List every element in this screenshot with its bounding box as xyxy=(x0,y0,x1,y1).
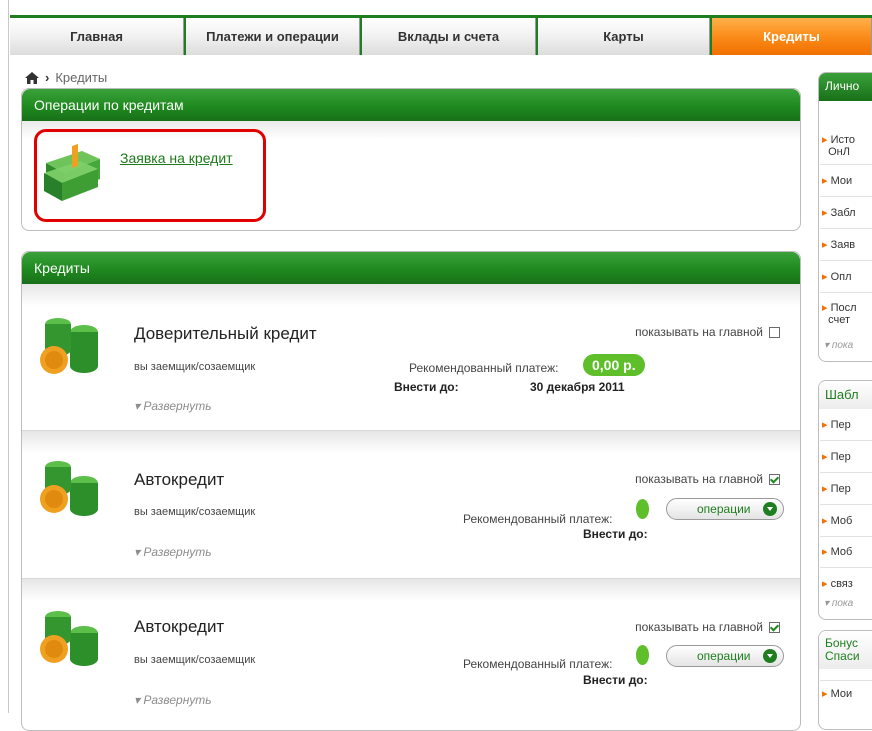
main-nav: Главная Платежи и операции Вклады и счет… xyxy=(10,15,872,55)
template-link[interactable]: Пер xyxy=(822,419,851,431)
tab-deposits[interactable]: Вклады и счета xyxy=(362,18,536,55)
show-more-link[interactable]: пока xyxy=(824,340,853,351)
template-link[interactable]: связ xyxy=(822,578,853,590)
show-more-link[interactable]: пока xyxy=(824,598,853,609)
show-on-main-control[interactable]: показывать на главной xyxy=(635,325,780,339)
show-on-main-label: показывать на главной xyxy=(635,620,763,634)
chevron-down-icon xyxy=(763,502,777,516)
breadcrumb-current: Кредиты xyxy=(55,70,108,85)
credit-role: вы заемщик/созаемщик xyxy=(134,654,256,666)
coins-icon xyxy=(40,611,98,666)
coins-icon xyxy=(40,461,98,516)
expand-label: Развернуть xyxy=(143,693,212,707)
panel-title: Кредиты xyxy=(22,252,800,284)
personal-link-history[interactable]: Исто ОнЛ xyxy=(822,134,855,158)
payment-status-indicator xyxy=(636,645,649,665)
credit-title[interactable]: Автокредит xyxy=(134,617,224,637)
template-link[interactable]: Моб xyxy=(822,515,853,527)
tab-credits[interactable]: Кредиты xyxy=(712,18,872,55)
recommended-payment-label: Рекомендованный платеж: xyxy=(463,512,613,526)
due-label: Внести до: xyxy=(394,380,459,394)
recommended-payment-label: Рекомендованный платеж: xyxy=(463,657,613,671)
template-link[interactable]: Пер xyxy=(822,483,851,495)
credit-title[interactable]: Автокредит xyxy=(134,470,224,490)
credit-title[interactable]: Доверительный кредит xyxy=(134,324,317,344)
show-on-main-checkbox[interactable] xyxy=(769,621,780,633)
payment-status-indicator xyxy=(636,499,649,519)
due-date: 30 декабря 2011 xyxy=(530,380,625,394)
expand-toggle[interactable]: ▾ Развернуть xyxy=(134,399,212,413)
bonus-link[interactable]: Мои xyxy=(822,688,853,700)
bonus-title: Бонус Спаси xyxy=(819,631,872,669)
recommended-payment-label: Рекомендованный платеж: xyxy=(409,361,559,375)
credit-role: вы заемщик/созаемщик xyxy=(134,506,256,518)
tab-cards[interactable]: Карты xyxy=(538,18,710,55)
tab-home[interactable]: Главная xyxy=(10,18,184,55)
show-on-main-label: показывать на главной xyxy=(635,472,763,486)
show-on-main-control[interactable]: показывать на главной xyxy=(635,620,780,634)
operations-label: операции xyxy=(697,649,751,663)
expand-label: Развернуть xyxy=(143,399,212,413)
operations-button[interactable]: операции xyxy=(666,645,784,667)
coins-icon xyxy=(40,318,98,374)
expand-label: Развернуть xyxy=(143,545,212,559)
show-on-main-label: показывать на главной xyxy=(635,325,763,339)
highlight-annotation xyxy=(34,129,266,222)
credit-role: вы заемщик/созаемщик xyxy=(134,361,256,373)
operations-button[interactable]: операции xyxy=(666,498,784,520)
chevron-right-icon: › xyxy=(45,70,50,85)
show-on-main-checkbox[interactable] xyxy=(769,473,780,485)
expand-toggle[interactable]: ▾ Развернуть xyxy=(134,693,212,707)
operations-label: операции xyxy=(697,502,751,516)
due-label: Внести до: xyxy=(583,527,648,541)
breadcrumb: › Кредиты xyxy=(25,70,107,85)
payment-amount-badge: 0,00 р. xyxy=(583,354,645,376)
chevron-down-icon xyxy=(763,649,777,663)
home-icon[interactable] xyxy=(25,71,39,84)
due-label: Внести до: xyxy=(583,673,648,687)
left-window-border xyxy=(0,0,9,713)
tab-payments[interactable]: Платежи и операции xyxy=(186,18,360,55)
show-on-main-control[interactable]: показывать на главной xyxy=(635,472,780,486)
panel-title: Операции по кредитам xyxy=(22,89,800,121)
personal-link-payment[interactable]: Опл xyxy=(822,271,852,283)
personal-link-requests[interactable]: Заяв xyxy=(822,239,856,251)
show-on-main-checkbox[interactable] xyxy=(769,326,780,338)
personal-link-last-account[interactable]: Посл счет xyxy=(822,302,856,326)
personal-menu-title: Лично xyxy=(819,73,872,101)
personal-link-my[interactable]: Мои xyxy=(822,175,853,187)
personal-link-blocked[interactable]: Забл xyxy=(822,207,856,219)
templates-title: Шабл xyxy=(819,381,872,409)
expand-toggle[interactable]: ▾ Развернуть xyxy=(134,545,212,559)
template-link[interactable]: Моб xyxy=(822,546,853,558)
template-link[interactable]: Пер xyxy=(822,451,851,463)
